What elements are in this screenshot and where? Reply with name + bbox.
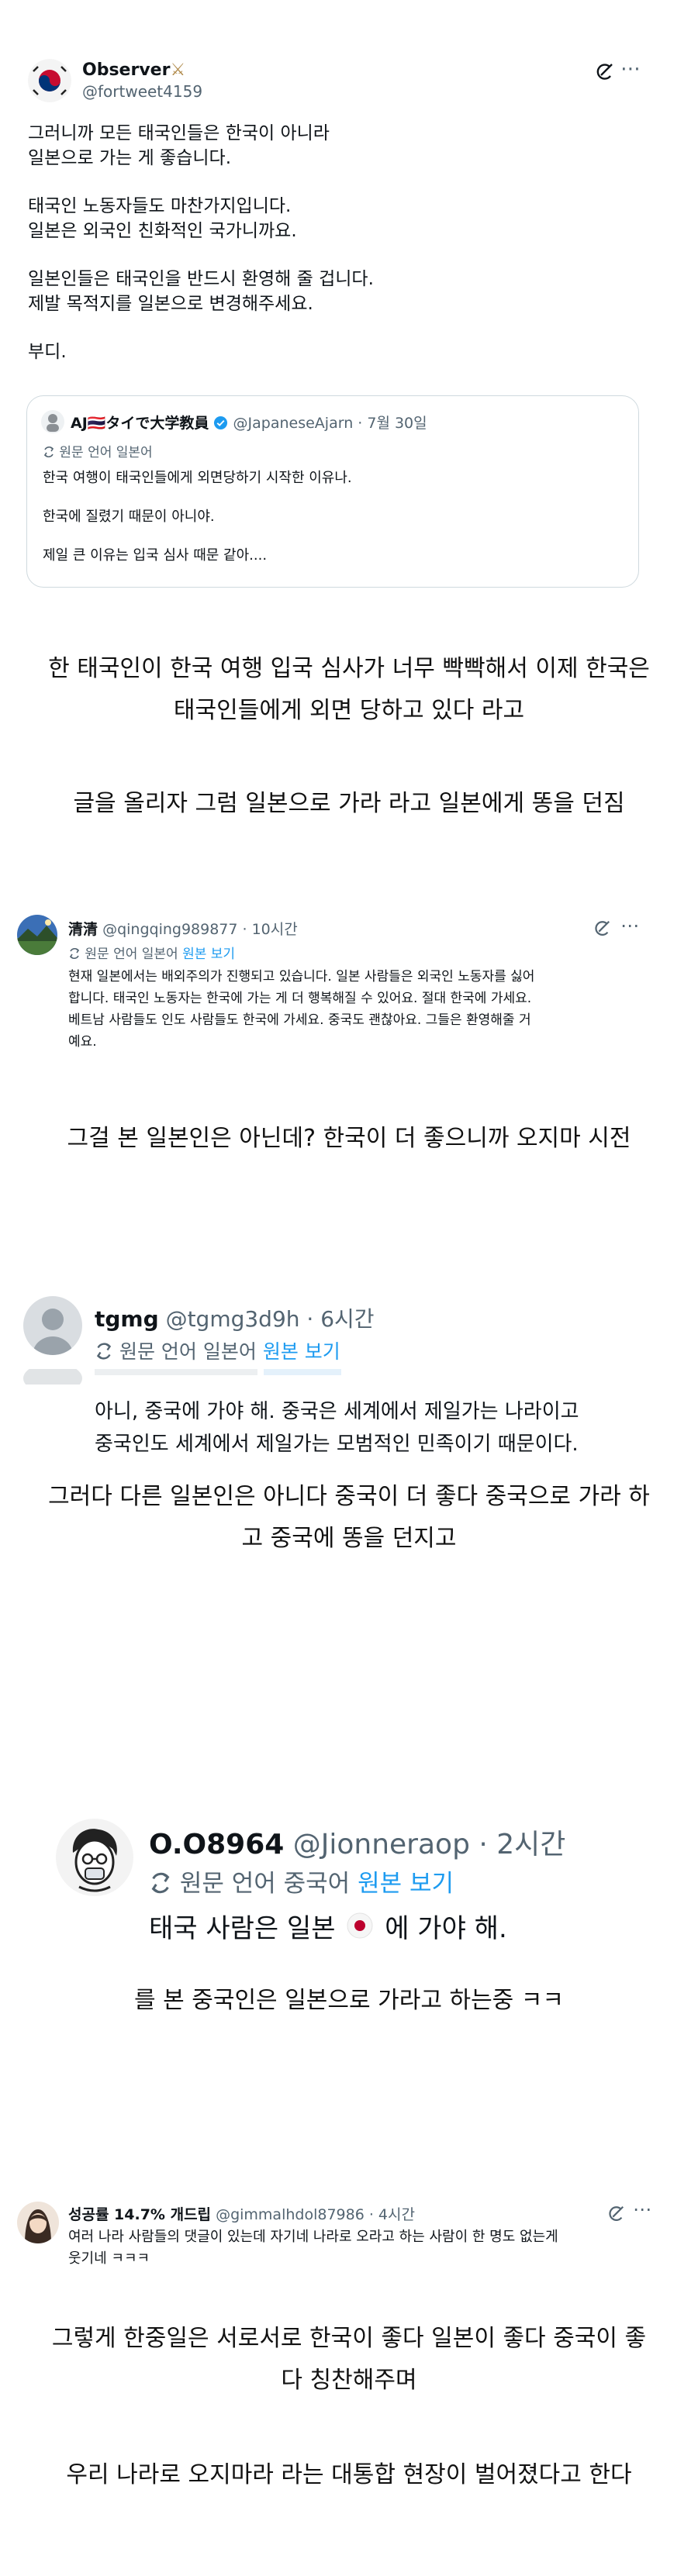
- more-options-button[interactable]: ⋯: [620, 915, 639, 936]
- translate-icon: [149, 1871, 172, 1901]
- reply-line: 현재 일본에서는 배외주의가 진행되고 있습니다. 일본 사람들은 외국인 노동…: [68, 969, 535, 985]
- tweet-text: 그러니까 모든 태국인들은 한국이 아니라 일본으로 가는 게 좋습니다. 태국…: [28, 121, 633, 364]
- tweet-line: 제발 목적지를 일본으로 변경해주세요.: [28, 294, 313, 314]
- reply-text: 아니, 중국에 가야 해. 중국은 세계에서 제일가는 나라이고 중국인도 세계…: [95, 1395, 684, 1460]
- more-options-button[interactable]: ⋯: [620, 57, 641, 81]
- handle-time[interactable]: @tgmg3d9h · 6시간: [166, 1306, 375, 1332]
- reply-line: 여러 나라 사람들의 댓글이 있는데 자기네 나라로 오라고 하는 사람이 한 …: [68, 2229, 558, 2245]
- view-original-link[interactable]: 원본 보기: [358, 1870, 454, 1898]
- quoted-author-name: AJ🇹🇭タイで大学教員: [71, 415, 209, 432]
- translate-icon: [95, 1342, 113, 1365]
- view-original-link[interactable]: 원본 보기: [263, 1340, 340, 1363]
- stitch-overlap: [23, 1369, 690, 1385]
- jionner-avatar[interactable]: [56, 1819, 133, 1896]
- caption-7: 우리 나라로 오지마라 라는 대통합 현장이 벌어졌다고 한다: [66, 2461, 632, 2488]
- quoted-author-avatar: [41, 410, 64, 433]
- translate-note: 원문 언어 일본어: [59, 445, 153, 460]
- quoted-line: 제일 큰 이유는 입국 심사 때문 같아....: [43, 547, 268, 564]
- translate-note: 원문 언어 일본어: [85, 947, 178, 962]
- gimmal-avatar[interactable]: [17, 2202, 59, 2243]
- view-original-link[interactable]: 원본 보기: [182, 947, 235, 962]
- quoted-line: 한국에 질렸기 때문이 아니야.: [43, 509, 215, 525]
- caption-4: 그러다 다른 일본인은 아니다 중국이 더 좋다 중국으로 가라 하 고 중국에…: [48, 1483, 650, 1552]
- qingqing-avatar[interactable]: [17, 915, 57, 955]
- grok-icon[interactable]: [594, 62, 614, 82]
- author-name[interactable]: tgmg: [95, 1306, 159, 1332]
- verified-badge-icon: [213, 416, 228, 434]
- tweet-line: 그러니까 모든 태국인들은 한국이 아니라: [28, 123, 330, 143]
- translate-note: 원문 언어 일본어: [119, 1340, 257, 1363]
- caption-1: 한 태국인이 한국 여행 입국 심사가 너무 빡빡해서 이제 한국은 태국인들에…: [48, 655, 650, 724]
- reply-line: 예요.: [68, 1034, 97, 1050]
- reply-line: 아니, 중국에 가야 해. 중국은 세계에서 제일가는 나라이고: [95, 1400, 579, 1423]
- reply-line: 베트남 사람들도 인도 사람들도 한국에 가세요. 중국도 괜찮아요. 그들은 …: [68, 1012, 531, 1028]
- handle-time[interactable]: @qingqing989877 · 10시간: [102, 921, 298, 938]
- translate-icon: [68, 947, 81, 964]
- caption-2: 글을 올리자 그럼 일본으로 가라 라고 일본에게 똥을 던짐: [73, 790, 625, 817]
- reply-text: 태국 사람은 일본 에 가야 해.: [149, 1912, 507, 1946]
- tweet-line: 일본으로 가는 게 좋습니다.: [28, 148, 232, 168]
- reply-line: 합니다. 태국인 노동자는 한국에 가는 게 더 행복해질 수 있어요. 절대 …: [68, 991, 532, 1006]
- author-name[interactable]: Observer: [82, 60, 170, 80]
- reply-line: 중국인도 세계에서 제일가는 모범적인 민족이기 때문이다.: [95, 1433, 579, 1456]
- tweet-line: 일본인들은 태국인을 반드시 환영해 줄 겁니다.: [28, 269, 374, 289]
- reply-line: 웃기네 ㅋㅋㅋ: [68, 2250, 150, 2267]
- author-name[interactable]: O.O8964: [149, 1829, 284, 1860]
- japan-flag-icon: [347, 1912, 373, 1946]
- grok-icon[interactable]: [606, 2205, 625, 2223]
- crossed-swords-icon: ⚔: [170, 60, 186, 80]
- handle-time[interactable]: @Jionneraop · 2시간: [293, 1829, 566, 1860]
- tweet-line: 부디.: [28, 342, 67, 362]
- more-options-button[interactable]: ⋯: [633, 2198, 651, 2220]
- tweet-line: 태국인 노동자들도 마찬가지입니다.: [28, 196, 292, 216]
- quoted-tweet[interactable]: AJ🇹🇭タイで大学教員 @JapaneseAjarn · 7월 30일 원문 언…: [26, 395, 639, 588]
- handle-time[interactable]: @gimmalhdol87986 · 4시간: [216, 2206, 415, 2223]
- observer-avatar[interactable]: [28, 59, 71, 102]
- quoted-handle-time: @JapaneseAjarn · 7월 30일: [233, 415, 427, 432]
- reply-text: 여러 나라 사람들의 댓글이 있는데 자기네 나라로 오라고 하는 사람이 한 …: [68, 2226, 689, 2270]
- caption-3: 그걸 본 일본인은 아닌데? 한국이 더 좋으니까 오지마 시전: [67, 1125, 631, 1152]
- quoted-line: 한국 여행이 태국인들에게 외면당하기 시작한 이유나.: [43, 470, 352, 486]
- author-name[interactable]: 清清: [68, 921, 98, 938]
- caption-5: 를 본 중국인은 일본으로 가라고 하는중 ㅋㅋ: [133, 1987, 565, 2014]
- grok-icon[interactable]: [593, 919, 611, 938]
- tgmg-avatar[interactable]: [23, 1296, 82, 1355]
- tweet-line: 일본은 외국인 친화적인 국가니까요.: [28, 221, 297, 241]
- translate-note: 원문 언어 중국어: [179, 1870, 351, 1898]
- caption-6: 그렇게 한중일은 서로서로 한국이 좋다 일본이 좋다 중국이 좋 다 칭찬해주…: [51, 2325, 647, 2394]
- author-handle[interactable]: @fortweet4159: [82, 82, 202, 101]
- translate-icon: [43, 446, 55, 462]
- author-name[interactable]: 성공률 14.7% 개드립: [68, 2206, 211, 2223]
- reply-text: 현재 일본에서는 배외주의가 진행되고 있습니다. 일본 사람들은 외국인 노동…: [68, 966, 689, 1053]
